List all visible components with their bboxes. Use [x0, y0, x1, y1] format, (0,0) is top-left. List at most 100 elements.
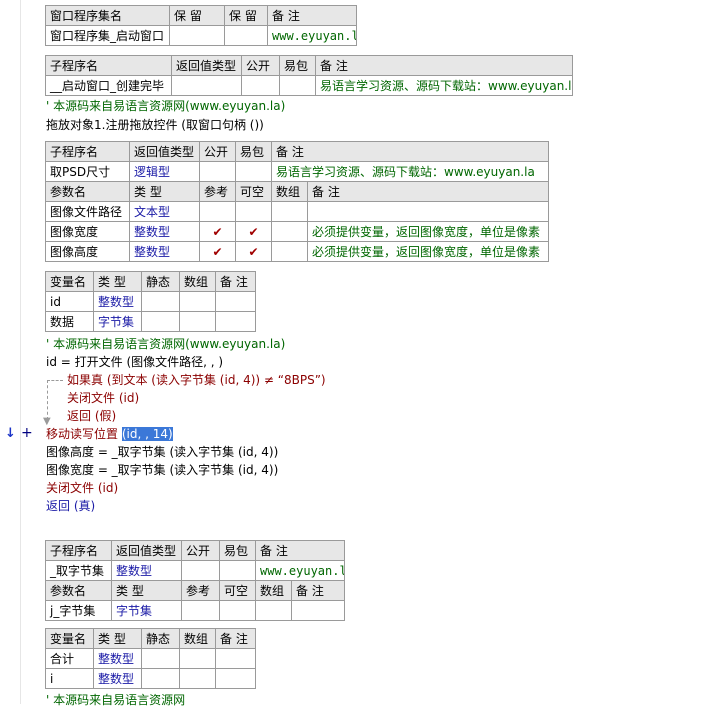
param-ref-cell[interactable] — [181, 600, 220, 621]
header-cell: 保 留 — [224, 5, 268, 26]
note-cell[interactable]: 易语言学习资源、源码下载站：www.eyuyan.la — [315, 75, 573, 96]
var-type-cell[interactable]: 整数型 — [93, 668, 142, 689]
reserved-cell[interactable] — [224, 25, 268, 46]
header-cell: 备 注 — [270, 141, 550, 162]
local-variables-table: 变量名 类 型 静态 数组 备 注 id 整数型 数据 字节集 — [45, 271, 256, 332]
param-array-cell[interactable] — [271, 221, 308, 242]
program-set-name-cell[interactable]: 窗口程序集_启动窗口 — [45, 25, 170, 46]
param-note-cell[interactable]: 必须提供变量，返回图像宽度，单位是像素 — [306, 241, 550, 262]
var-static-cell[interactable] — [141, 648, 180, 669]
param-note-cell[interactable] — [306, 201, 550, 222]
return-type-cell[interactable]: 逻辑型 — [129, 161, 200, 182]
var-array-cell[interactable] — [179, 291, 216, 312]
param-ref-check-icon[interactable]: ✔ — [199, 241, 236, 262]
header-cell: 备 注 — [215, 628, 256, 649]
param-name-cell[interactable]: 图像高度 — [45, 241, 130, 262]
package-cell[interactable] — [279, 75, 316, 96]
package-cell[interactable] — [235, 161, 272, 182]
code-line[interactable]: id = 打开文件 (图像文件路径, , ) — [46, 354, 223, 370]
subroutine-name-cell[interactable]: _取字节集 — [45, 560, 112, 581]
return-type-cell[interactable]: 整数型 — [111, 560, 182, 581]
expand-plus-icon[interactable]: + — [21, 425, 33, 441]
code-if-line[interactable]: 如果真 (到文本 (读入字节集 (id, 4)) ≠ “8BPS”) — [67, 372, 326, 388]
header-cell: 公开 — [181, 540, 220, 561]
subroutine-name-cell[interactable]: __启动窗口_创建完毕 — [45, 75, 172, 96]
param-optional-check-icon[interactable]: ✔ — [235, 221, 272, 242]
note-cell[interactable]: www.eyuyan.la — [267, 25, 357, 46]
param-name-cell[interactable]: 图像宽度 — [45, 221, 130, 242]
param-array-cell[interactable] — [271, 201, 308, 222]
header-cell: 静态 — [141, 271, 180, 292]
var-array-cell[interactable] — [179, 668, 216, 689]
code-line[interactable]: 图像高度 = _取字节集 (读入字节集 (id, 4)) — [46, 444, 278, 460]
param-name-cell[interactable]: j_字节集 — [45, 600, 112, 621]
header-cell: 返回值类型 — [111, 540, 182, 561]
var-array-cell[interactable] — [179, 311, 216, 332]
var-note-cell[interactable] — [215, 668, 256, 689]
header-cell: 数组 — [179, 628, 216, 649]
code-line-current[interactable]: 移动读写位置 (id, , 14) — [46, 426, 173, 442]
param-name-cell[interactable]: 图像文件路径 — [45, 201, 130, 222]
var-name-cell[interactable]: 数据 — [45, 311, 94, 332]
param-type-cell[interactable]: 文本型 — [129, 201, 200, 222]
package-cell[interactable] — [219, 560, 256, 581]
subroutine-table-get-bytes: 子程序名 返回值类型 公开 易包 备 注 _取字节集 整数型 www.eyuya… — [45, 540, 346, 621]
code-comment[interactable]: ' 本源码来自易语言资源网(www.eyuyan.la) — [46, 98, 285, 114]
code-line[interactable]: 关闭文件 (id) — [46, 480, 118, 496]
var-name-cell[interactable]: 合计 — [45, 648, 94, 669]
public-cell[interactable] — [181, 560, 220, 581]
header-cell: 类 型 — [93, 271, 142, 292]
var-name-cell[interactable]: i — [45, 668, 94, 689]
var-type-cell[interactable]: 字节集 — [93, 311, 142, 332]
var-note-cell[interactable] — [215, 648, 256, 669]
flow-line — [47, 380, 63, 381]
param-ref-cell[interactable] — [199, 201, 236, 222]
var-type-cell[interactable]: 整数型 — [93, 648, 142, 669]
header-cell: 易包 — [279, 55, 316, 76]
header-cell: 可空 — [235, 181, 272, 202]
header-cell: 易包 — [235, 141, 272, 162]
param-optional-cell[interactable] — [219, 600, 256, 621]
param-optional-check-icon[interactable]: ✔ — [235, 241, 272, 262]
code-line[interactable]: 返回 (真) — [46, 498, 95, 514]
subroutine-name-cell[interactable]: 取PSD尺寸 — [45, 161, 130, 182]
param-ref-check-icon[interactable]: ✔ — [199, 221, 236, 242]
code-line[interactable]: 关闭文件 (id) — [67, 390, 139, 406]
code-comment[interactable]: ' 本源码来自易语言资源网(www.eyuyan.la) — [46, 336, 285, 352]
return-type-cell[interactable] — [171, 75, 242, 96]
note-cell[interactable]: www.eyuyan.la — [254, 560, 346, 581]
param-note-cell[interactable]: 必须提供变量，返回图像宽度，单位是像素 — [306, 221, 550, 242]
var-array-cell[interactable] — [179, 648, 216, 669]
code-comment[interactable]: ' 本源码来自易语言资源网 — [46, 692, 185, 708]
editor-gutter — [0, 0, 20, 704]
header-cell: 静态 — [141, 628, 180, 649]
header-cell: 数组 — [179, 271, 216, 292]
param-array-cell[interactable] — [255, 600, 292, 621]
reserved-cell[interactable] — [169, 25, 225, 46]
note-cell[interactable]: 易语言学习资源、源码下载站：www.eyuyan.la — [270, 161, 550, 182]
code-line[interactable]: 图像宽度 = _取字节集 (读入字节集 (id, 4)) — [46, 462, 278, 478]
var-static-cell[interactable] — [141, 291, 180, 312]
selected-text[interactable]: (id, , 14) — [121, 427, 173, 441]
var-static-cell[interactable] — [141, 311, 180, 332]
header-cell: 数组 — [271, 181, 308, 202]
var-static-cell[interactable] — [141, 668, 180, 689]
param-note-cell[interactable] — [290, 600, 346, 621]
param-type-cell[interactable]: 字节集 — [111, 600, 182, 621]
program-set-table: 窗口程序集名 保 留 保 留 备 注 窗口程序集_启动窗口 www.eyuyan… — [45, 5, 357, 46]
param-optional-cell[interactable] — [235, 201, 272, 222]
param-type-cell[interactable]: 整数型 — [129, 221, 200, 242]
var-note-cell[interactable] — [215, 311, 256, 332]
param-array-cell[interactable] — [271, 241, 308, 262]
param-type-cell[interactable]: 整数型 — [129, 241, 200, 262]
header-cell: 变量名 — [45, 271, 94, 292]
code-line[interactable]: 拖放对象1.注册拖放控件 (取窗口句柄 ()) — [46, 117, 264, 133]
var-type-cell[interactable]: 整数型 — [93, 291, 142, 312]
var-note-cell[interactable] — [215, 291, 256, 312]
public-cell[interactable] — [199, 161, 236, 182]
header-cell: 数组 — [255, 580, 292, 601]
var-name-cell[interactable]: id — [45, 291, 94, 312]
public-cell[interactable] — [241, 75, 280, 96]
code-line[interactable]: 返回 (假) — [67, 408, 116, 424]
header-cell: 子程序名 — [45, 141, 130, 162]
